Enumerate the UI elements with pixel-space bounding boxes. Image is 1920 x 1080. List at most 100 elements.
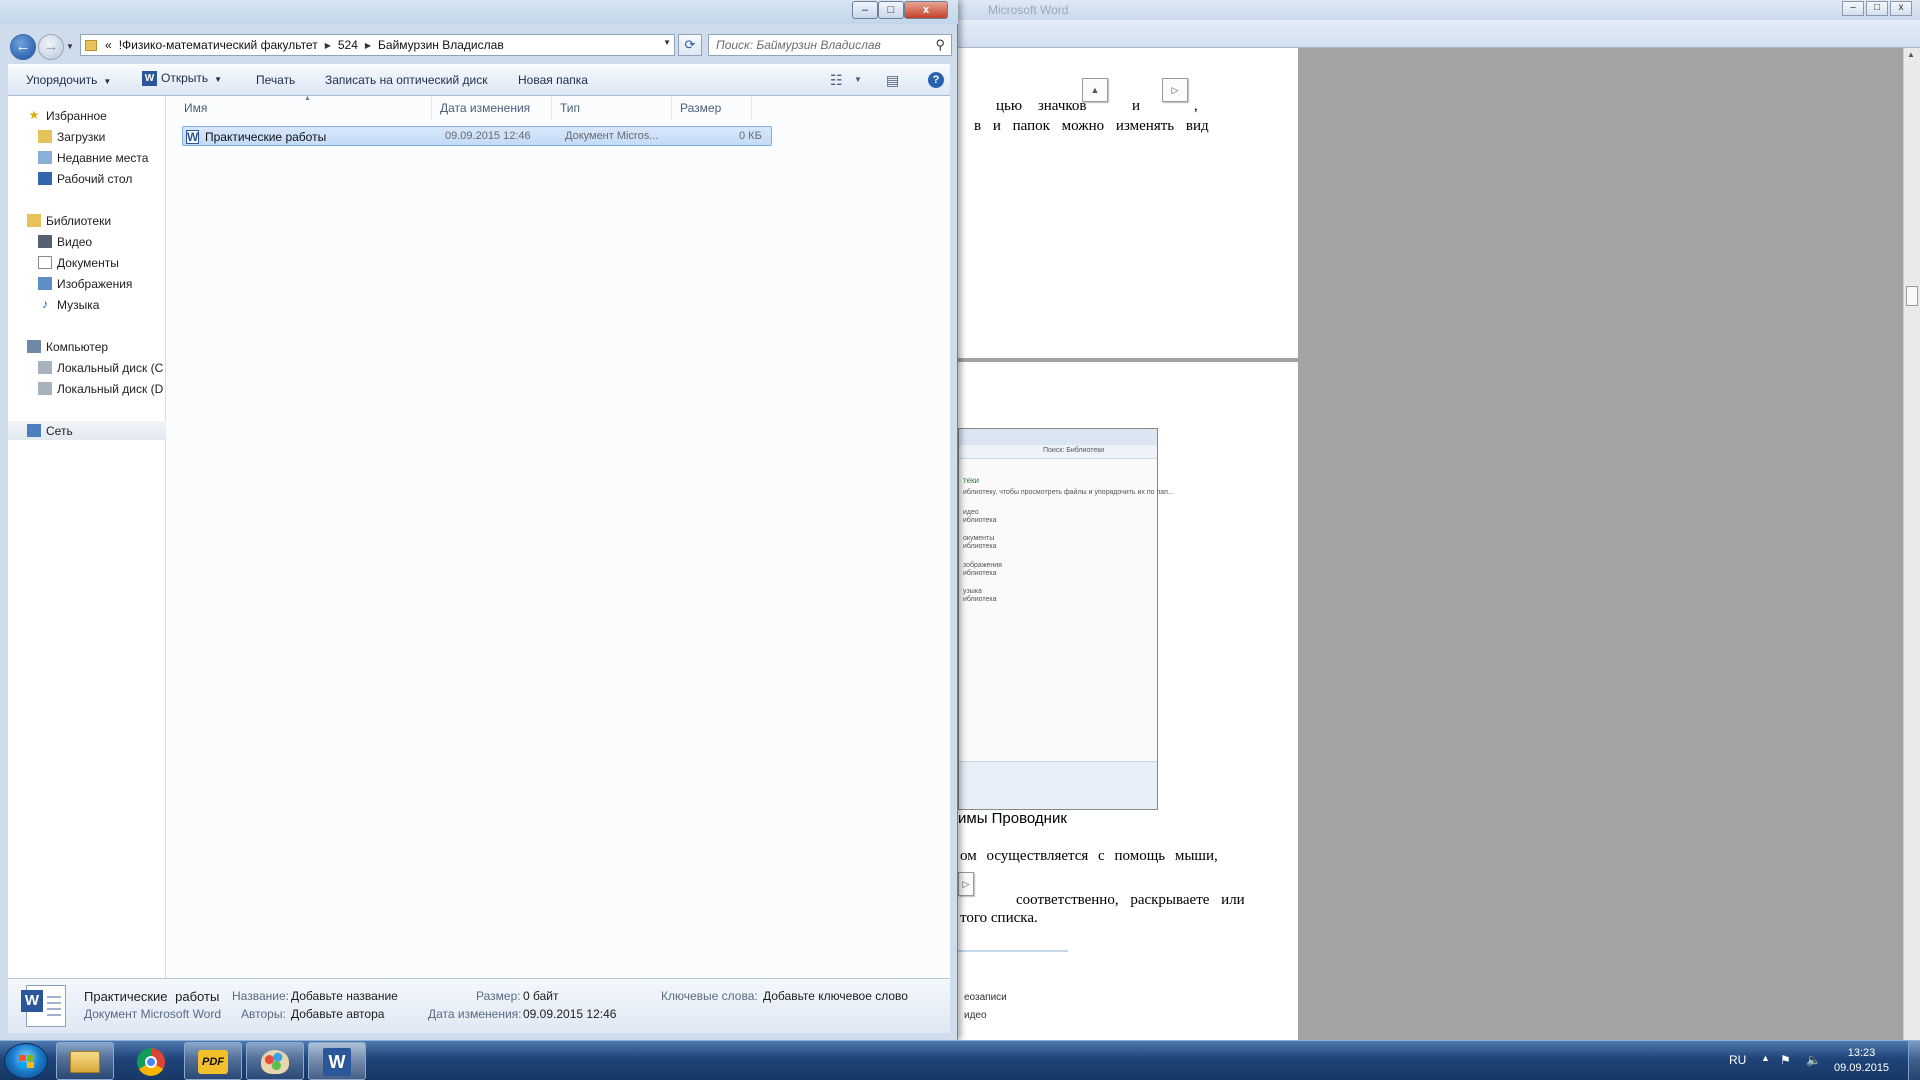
new-folder-button[interactable]: Новая папка bbox=[518, 73, 588, 87]
recent-places-icon bbox=[38, 151, 52, 164]
organize-button[interactable]: Упорядочить ▼ bbox=[26, 73, 111, 87]
taskbar-explorer-button[interactable] bbox=[56, 1042, 114, 1080]
details-title-value[interactable]: Добавьте название bbox=[291, 989, 398, 1003]
navigation-bar: ← → ▼ « !Физико-математический факультет… bbox=[0, 26, 958, 66]
thumb-text: еозаписи bbox=[964, 992, 1007, 1003]
file-type: Документ Micros... bbox=[565, 130, 659, 142]
forward-button[interactable]: → bbox=[38, 34, 64, 60]
details-modified-label: Дата изменения: bbox=[428, 1007, 522, 1021]
nav-downloads[interactable]: Загрузки bbox=[8, 127, 166, 146]
nav-music[interactable]: ♪ Музыка bbox=[8, 295, 166, 314]
details-modified-value: 09.09.2015 12:46 bbox=[523, 1007, 617, 1021]
nav-desktop[interactable]: Рабочий стол bbox=[8, 169, 166, 188]
nav-favorites[interactable]: ★ Избранное bbox=[8, 106, 166, 125]
file-size: 0 КБ bbox=[739, 130, 762, 142]
word-vertical-scrollbar[interactable]: ▲ bbox=[1903, 48, 1920, 1040]
doc-caption: имы Проводник bbox=[958, 810, 1067, 827]
maximize-button[interactable]: □ bbox=[878, 1, 904, 19]
thumb-text: иблиотека bbox=[963, 517, 997, 524]
burn-disc-button[interactable]: Записать на оптический диск bbox=[325, 73, 488, 87]
details-keywords-value[interactable]: Добавьте ключевое слово bbox=[763, 989, 908, 1003]
breadcrumb-overflow[interactable]: « bbox=[105, 38, 112, 52]
taskbar-pdf-button[interactable]: PDF bbox=[184, 1042, 242, 1080]
embedded-screenshot: еозаписи идео bbox=[958, 950, 1068, 1040]
libraries-icon bbox=[27, 214, 41, 227]
word-icon: W bbox=[142, 71, 157, 87]
chrome-icon bbox=[137, 1048, 165, 1076]
nav-disk-c[interactable]: Локальный диск (C bbox=[8, 358, 166, 377]
breadcrumb-segment[interactable]: 524 bbox=[338, 38, 358, 52]
word-maximize-button[interactable]: □ bbox=[1866, 1, 1888, 16]
explorer-titlebar[interactable]: – □ x bbox=[0, 0, 958, 24]
word-close-button[interactable]: x bbox=[1890, 1, 1912, 16]
paint-icon bbox=[261, 1050, 289, 1074]
navigation-pane: ★ Избранное Загрузки Недавние места Рабоч… bbox=[8, 96, 166, 978]
nav-label: Загрузки bbox=[57, 129, 106, 144]
thumb-text: зображения bbox=[963, 562, 1002, 569]
breadcrumb-segment[interactable]: !Физико-математический факультет bbox=[119, 38, 318, 52]
thumb-text: идео bbox=[964, 1010, 987, 1021]
column-header-name[interactable]: Имя bbox=[176, 96, 432, 120]
language-indicator[interactable]: RU bbox=[1729, 1053, 1746, 1067]
volume-muted-icon[interactable]: 🔈 bbox=[1806, 1053, 1821, 1067]
column-header-modified[interactable]: Дата изменения bbox=[432, 96, 552, 120]
chevron-down-icon: ▼ bbox=[214, 75, 223, 84]
details-authors-value[interactable]: Добавьте автора bbox=[291, 1007, 384, 1021]
nav-label: Сеть bbox=[46, 423, 73, 438]
taskbar-chrome-button[interactable] bbox=[122, 1042, 180, 1080]
explorer-window: – □ x ← → ▼ « !Физико-математический фак… bbox=[0, 0, 958, 1040]
nav-recent-places[interactable]: Недавние места bbox=[8, 148, 166, 167]
scroll-thumb[interactable] bbox=[1906, 286, 1918, 306]
preview-pane-icon[interactable]: ▤ bbox=[886, 72, 899, 89]
close-button[interactable]: x bbox=[904, 1, 948, 19]
open-button[interactable]: W Открыть ▼ bbox=[142, 71, 223, 87]
chevron-down-icon[interactable]: ▼ bbox=[854, 75, 862, 84]
nav-disk-d[interactable]: Локальный диск (D bbox=[8, 379, 166, 398]
images-icon bbox=[38, 277, 52, 290]
file-row[interactable]: W Практические работы 09.09.2015 12:46 Д… bbox=[182, 126, 772, 146]
back-button[interactable]: ← bbox=[10, 34, 36, 60]
show-desktop-button[interactable] bbox=[1908, 1041, 1920, 1080]
recent-pages-dropdown-icon[interactable]: ▼ bbox=[66, 42, 74, 51]
desktop-icon bbox=[38, 172, 52, 185]
column-header-type[interactable]: Тип bbox=[552, 96, 672, 120]
chevron-right-icon[interactable]: ▶ bbox=[325, 41, 331, 50]
nav-libraries[interactable]: Библиотеки bbox=[8, 211, 166, 230]
word-minimize-button[interactable]: – bbox=[1842, 1, 1864, 16]
details-keywords-label: Ключевые слова: bbox=[661, 989, 758, 1003]
search-input[interactable] bbox=[709, 35, 919, 55]
clock[interactable]: 13:23 09.09.2015 bbox=[1834, 1046, 1889, 1076]
nav-images[interactable]: Изображения bbox=[8, 274, 166, 293]
action-center-flag-icon[interactable]: ⚑ bbox=[1780, 1053, 1791, 1067]
search-box[interactable]: ⚲ bbox=[708, 34, 952, 56]
help-icon[interactable]: ? bbox=[928, 72, 944, 88]
taskbar-paint-button[interactable] bbox=[246, 1042, 304, 1080]
nav-label: Документы bbox=[57, 255, 119, 270]
clock-time: 13:23 bbox=[1847, 1047, 1876, 1059]
nav-video[interactable]: Видео bbox=[8, 232, 166, 251]
taskbar-word-button[interactable]: W bbox=[308, 1042, 366, 1080]
address-dropdown-icon[interactable]: ▼ bbox=[663, 38, 671, 47]
nav-computer[interactable]: Компьютер bbox=[8, 337, 166, 356]
view-options-icon[interactable]: ☷ bbox=[830, 72, 843, 89]
nav-documents[interactable]: Документы bbox=[8, 253, 166, 272]
details-size-label: Размер: bbox=[476, 989, 521, 1003]
nav-network[interactable]: Сеть bbox=[8, 421, 166, 440]
scroll-up-icon[interactable]: ▲ bbox=[1907, 50, 1915, 59]
address-bar[interactable]: « !Физико-математический факультет ▶ 524… bbox=[80, 34, 675, 56]
show-hidden-icons-icon[interactable]: ▲ bbox=[1761, 1053, 1770, 1063]
embedded-screenshot: Поиск: Библиотеки теки иблиотеку, чтобы … bbox=[958, 428, 1174, 810]
nav-label: Локальный диск (D bbox=[57, 381, 164, 396]
minimize-button[interactable]: – bbox=[852, 1, 878, 19]
print-button[interactable]: Печать bbox=[256, 73, 295, 87]
chevron-right-icon[interactable]: ▶ bbox=[365, 41, 371, 50]
breadcrumb-segment[interactable]: Баймурзин Владислав bbox=[378, 38, 504, 52]
search-icon[interactable]: ⚲ bbox=[935, 37, 945, 53]
thumb-heading: теки bbox=[963, 476, 979, 485]
music-icon: ♪ bbox=[42, 297, 48, 311]
column-header-size[interactable]: Размер bbox=[672, 96, 752, 120]
start-button[interactable] bbox=[4, 1043, 48, 1079]
doc-text-line: ом осуществляется с помощь мыши, bbox=[960, 848, 1218, 864]
refresh-button[interactable]: ⟳ bbox=[678, 34, 702, 56]
doc-text-line: соответственно, раскрываете или bbox=[1016, 892, 1245, 908]
